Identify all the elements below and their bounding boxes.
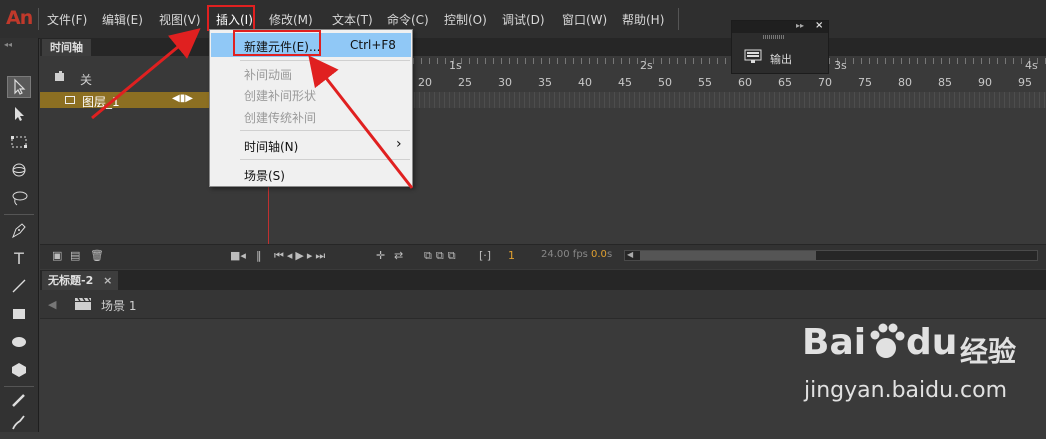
baidu-watermark: Bai du 经验 jingyan.baidu.com bbox=[800, 318, 1040, 418]
watermark-text-bai: Bai bbox=[802, 322, 867, 363]
paw-icon bbox=[870, 323, 905, 358]
watermark-text-jingyan: 经验 bbox=[960, 335, 1017, 368]
watermark-url: jingyan.baidu.com bbox=[804, 378, 1008, 403]
arrow-to-new-symbol bbox=[308, 55, 414, 189]
watermark-text-du: du bbox=[906, 322, 958, 363]
arrow-to-insert-menu bbox=[91, 28, 201, 120]
